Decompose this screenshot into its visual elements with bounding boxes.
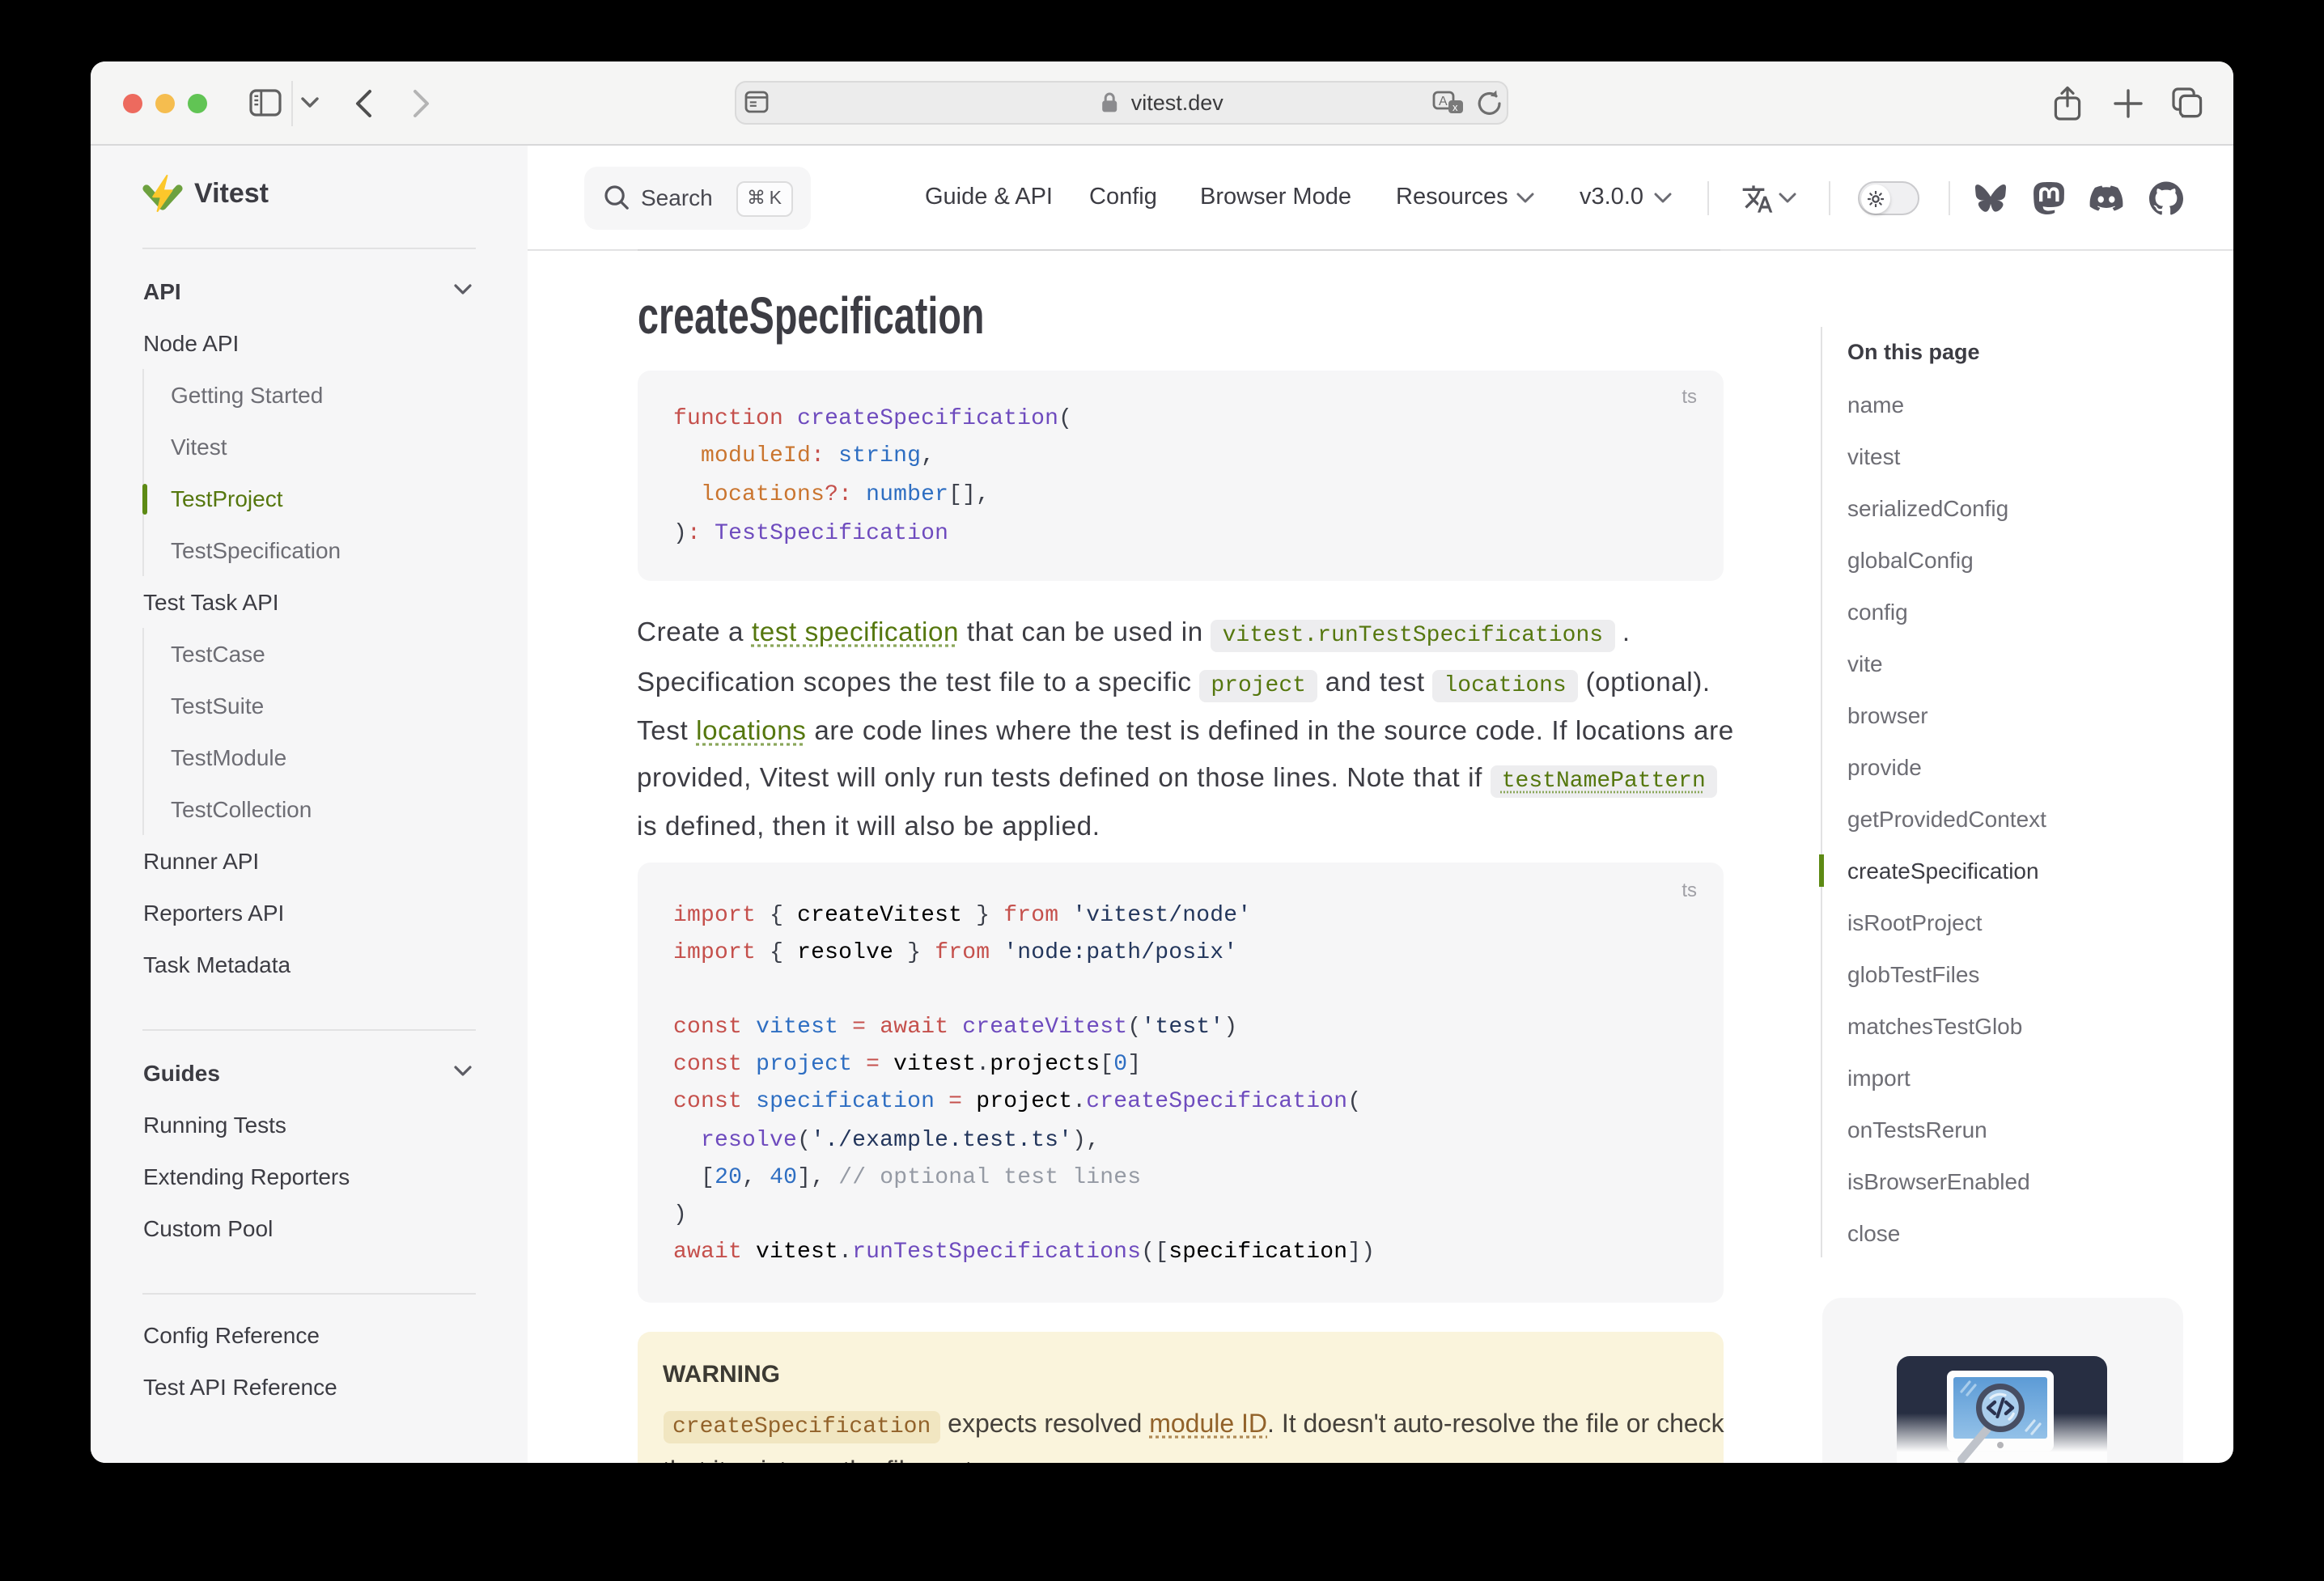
svg-text:x: x	[1452, 101, 1458, 113]
svg-text:A: A	[1439, 95, 1448, 108]
